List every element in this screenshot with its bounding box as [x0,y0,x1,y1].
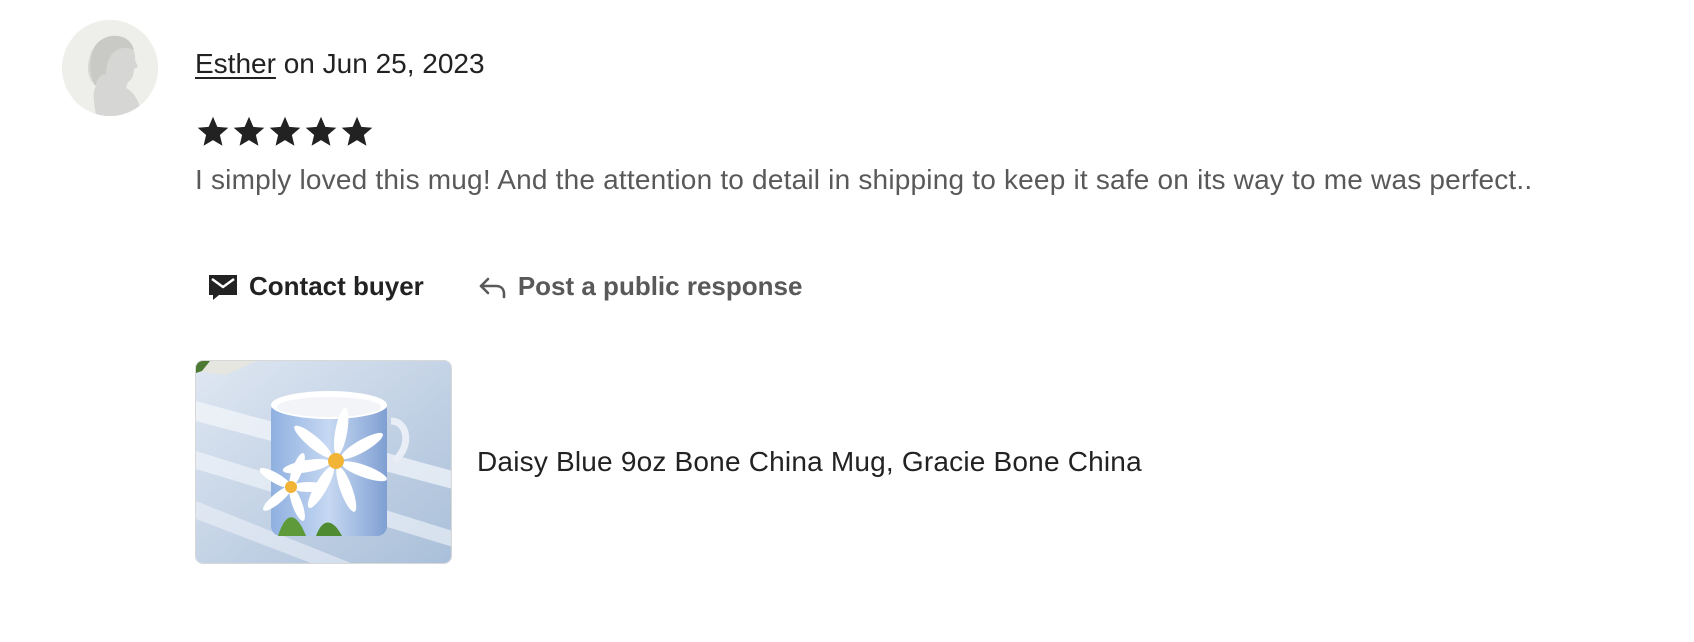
reviewed-listing: Daisy Blue 9oz Bone China Mug, Gracie Bo… [195,360,1142,564]
star-icon [195,114,231,150]
contact-buyer-label: Contact buyer [249,271,424,301]
author-link[interactable]: Esther [195,48,276,79]
star-icon [339,114,375,150]
post-public-response-label: Post a public response [517,271,803,301]
contact-buyer-button[interactable]: Contact buyer [207,264,424,308]
review-text: I simply loved this mug! And the attenti… [195,164,1533,195]
envelope-icon [207,270,239,302]
listing-title-link[interactable]: Daisy Blue 9oz Bone China Mug, Gracie Bo… [477,446,1142,478]
post-public-response-button[interactable]: Post a public response [476,264,803,308]
star-icon [303,114,339,150]
date-prefix: on [275,48,323,79]
avatar [62,20,158,116]
reply-arrow-icon [476,270,508,302]
review-byline: Esther on Jun 25, 2023 [195,44,485,84]
review-actions: Contact buyer Post a public response [207,264,802,308]
listing-thumbnail[interactable] [195,360,452,564]
star-rating [195,114,375,150]
avatar-silhouette-icon [62,20,158,116]
star-icon [267,114,303,150]
star-icon [231,114,267,150]
review-date: Jun 25, 2023 [322,48,485,79]
